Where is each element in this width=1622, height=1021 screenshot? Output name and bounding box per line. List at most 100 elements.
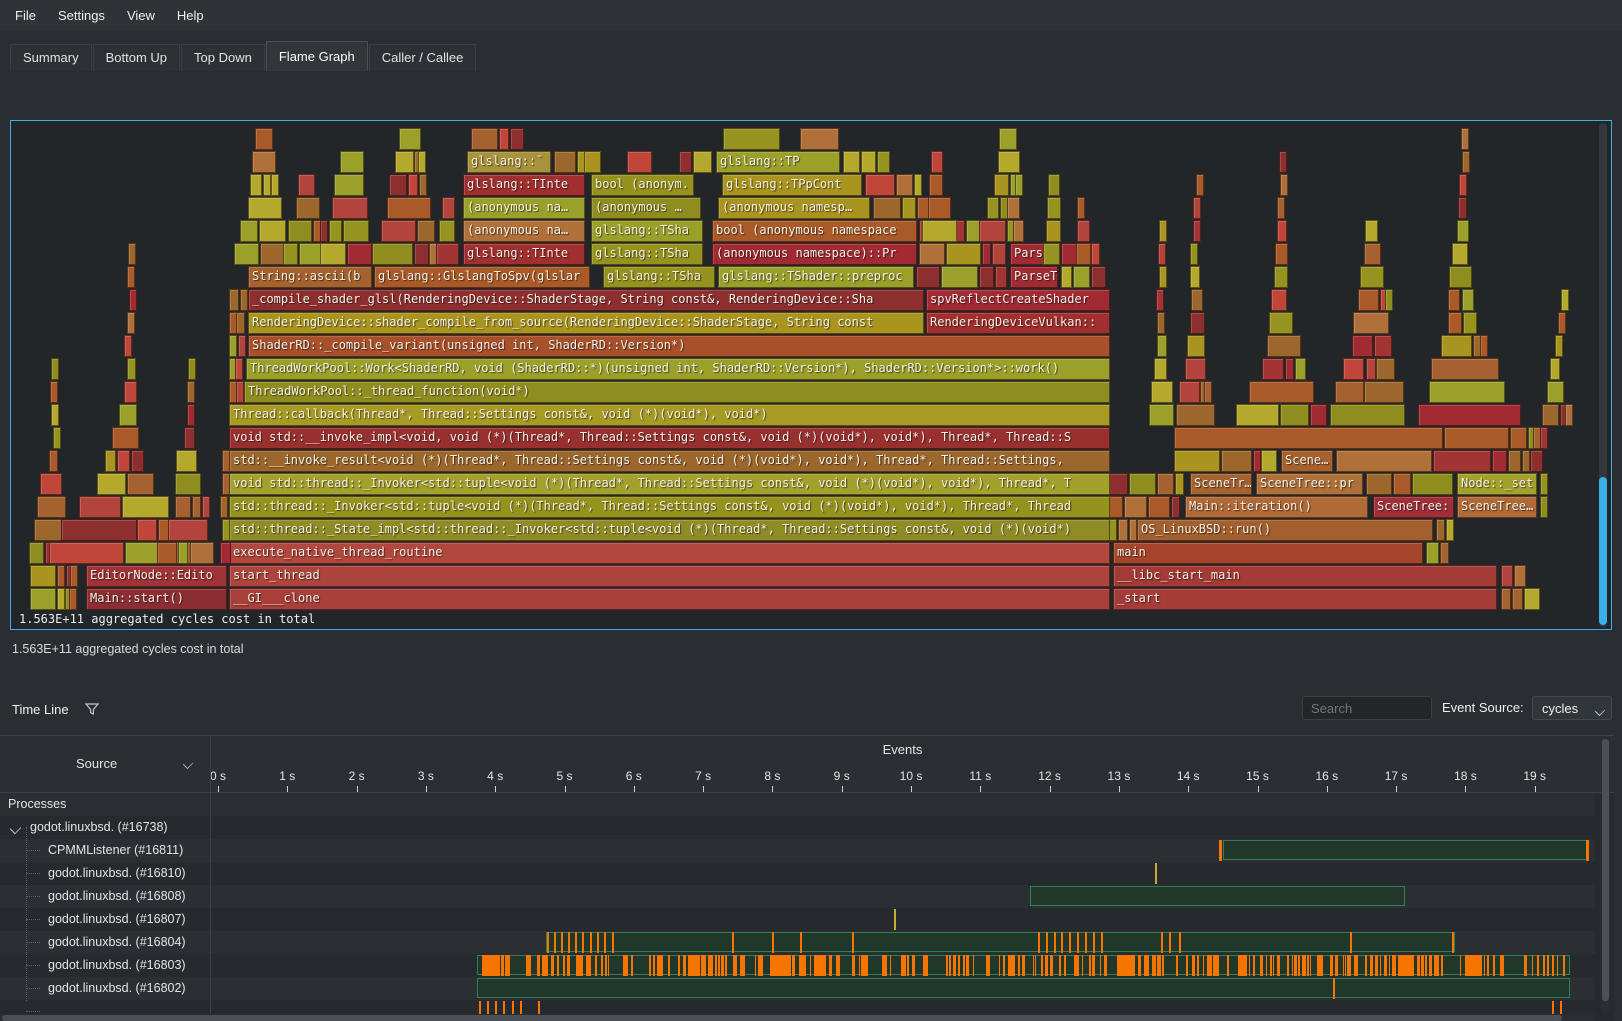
flame-frame[interactable] [1458,197,1467,219]
flame-frame[interactable] [1076,243,1091,265]
flame-frame[interactable] [329,220,342,242]
flame-frame[interactable] [372,243,413,265]
flame-frame[interactable] [190,542,214,564]
flame-frame[interactable] [50,381,58,403]
flame-frame[interactable] [248,197,282,219]
flame-frame[interactable] [61,519,137,541]
flame-frame[interactable] [1436,519,1445,541]
timeline-row-label[interactable]: godot.linuxbsd. (#16804) [48,931,186,954]
flame-frame[interactable] [30,588,56,610]
flame-frame[interactable] [1514,565,1526,587]
flame-frame[interactable] [1274,266,1288,288]
flame-frame[interactable]: spvReflectCreateShader [926,289,1110,311]
timeline-bar[interactable] [477,978,1570,998]
tree-expander-icon[interactable] [10,823,21,834]
flame-frame[interactable] [914,174,922,196]
flame-frame[interactable]: Scene… [1281,450,1333,472]
flame-frame[interactable] [1547,381,1564,403]
flame-frame[interactable] [1452,243,1468,265]
tab-summary[interactable]: Summary [10,44,92,71]
flame-frame[interactable] [263,174,271,196]
flame-frame[interactable] [1196,174,1204,196]
flame-frame[interactable] [1360,266,1384,288]
flame-frame[interactable] [1271,289,1287,311]
flame-frame[interactable] [124,381,137,403]
flame-frame[interactable] [946,243,981,265]
flame-frame[interactable] [399,128,421,150]
flame-frame[interactable] [1129,473,1156,495]
flame-frame[interactable] [1277,220,1287,242]
flame-frame[interactable] [255,128,273,150]
flame-frame[interactable] [1048,174,1060,196]
flame-frame[interactable] [1221,450,1252,472]
flame-frame[interactable] [240,220,258,242]
flame-frame[interactable] [124,335,132,357]
flame-frame[interactable] [283,243,298,265]
flame-frame[interactable] [1151,381,1173,403]
flame-frame[interactable]: std::thread::_State_impl<std::thread::_I… [229,519,1110,541]
flame-frame[interactable] [1440,542,1449,564]
flame-frame[interactable] [941,266,978,288]
flame-frame[interactable] [1558,312,1566,334]
flame-frame[interactable] [1431,358,1499,380]
flame-frame[interactable] [1412,473,1453,495]
flame-frame[interactable]: SceneTree: [1373,496,1454,518]
flame-frame[interactable] [1449,266,1472,288]
flame-frame[interactable] [1429,381,1505,403]
flame-frame[interactable] [1522,450,1530,472]
flame-frame[interactable] [1193,220,1201,242]
flame-frame[interactable] [57,588,65,610]
timeline-row-label[interactable]: Processes [8,793,66,816]
flame-frame[interactable] [1185,358,1206,380]
flame-frame[interactable] [127,266,135,288]
flame-frame[interactable] [1310,404,1327,426]
flame-frame[interactable] [1091,243,1100,265]
flame-frame[interactable] [1043,243,1060,265]
flame-frame[interactable] [800,128,839,150]
flame-frame[interactable] [1565,404,1573,426]
flame-frame[interactable] [389,174,407,196]
flame-frame[interactable] [387,197,431,219]
flame-frame[interactable] [919,243,945,265]
flame-frame[interactable]: _compile_shader_glsl(RenderingDevice::Sh… [248,289,924,311]
flame-frame[interactable] [127,312,135,334]
flame-frame[interactable] [982,243,991,265]
flame-frame[interactable] [234,243,259,265]
flame-frame[interactable] [499,128,509,150]
flame-frame[interactable]: bool (anonymous namespace [712,220,917,242]
flame-frame[interactable]: glslang::TSha [591,220,703,242]
flame-frame[interactable] [1249,381,1314,403]
flame-frame[interactable] [1193,197,1201,219]
timeline-row[interactable]: godot.linuxbsd. (#16807) [0,908,1595,931]
flame-frame[interactable] [1444,427,1509,449]
flame-frame[interactable] [29,542,44,564]
flame-frame[interactable] [1376,358,1395,380]
flame-frame[interactable] [40,473,62,495]
flame-frame[interactable] [877,151,890,173]
timeline-bar[interactable] [546,932,1455,952]
timeline-row[interactable] [0,1000,1595,1013]
flame-frame[interactable] [1542,404,1559,426]
flame-frame[interactable] [240,289,248,311]
flame-frame[interactable] [137,519,157,541]
flame-frame[interactable] [131,450,144,472]
flame-frame[interactable]: std::__invoke_result<void (*)(Thread*, T… [229,450,1110,472]
menu-file[interactable]: File [4,4,47,27]
flame-frame[interactable] [1352,335,1373,357]
flame-frame[interactable] [987,197,999,219]
timeline-row[interactable]: godot.linuxbsd. (#16738) [0,816,1595,839]
flame-frame[interactable] [1555,335,1563,357]
flame-frame[interactable]: (anonymous namesp… [718,197,870,219]
flame-frame[interactable] [320,243,346,265]
flame-frame[interactable] [1446,519,1454,541]
flame-frame[interactable] [1187,335,1205,357]
flame-frame[interactable]: String::ascii(b [248,266,372,288]
menu-help[interactable]: Help [166,4,215,27]
flame-frame[interactable]: glslang::GlslangToSpv(glslar [374,266,590,288]
flame-frame[interactable] [1007,197,1020,219]
filter-funnel-icon[interactable] [84,701,100,717]
flame-frame[interactable] [1492,450,1507,472]
flame-frame[interactable] [1190,312,1205,334]
flame-frame[interactable] [1457,220,1469,242]
flame-frame[interactable] [252,151,276,173]
